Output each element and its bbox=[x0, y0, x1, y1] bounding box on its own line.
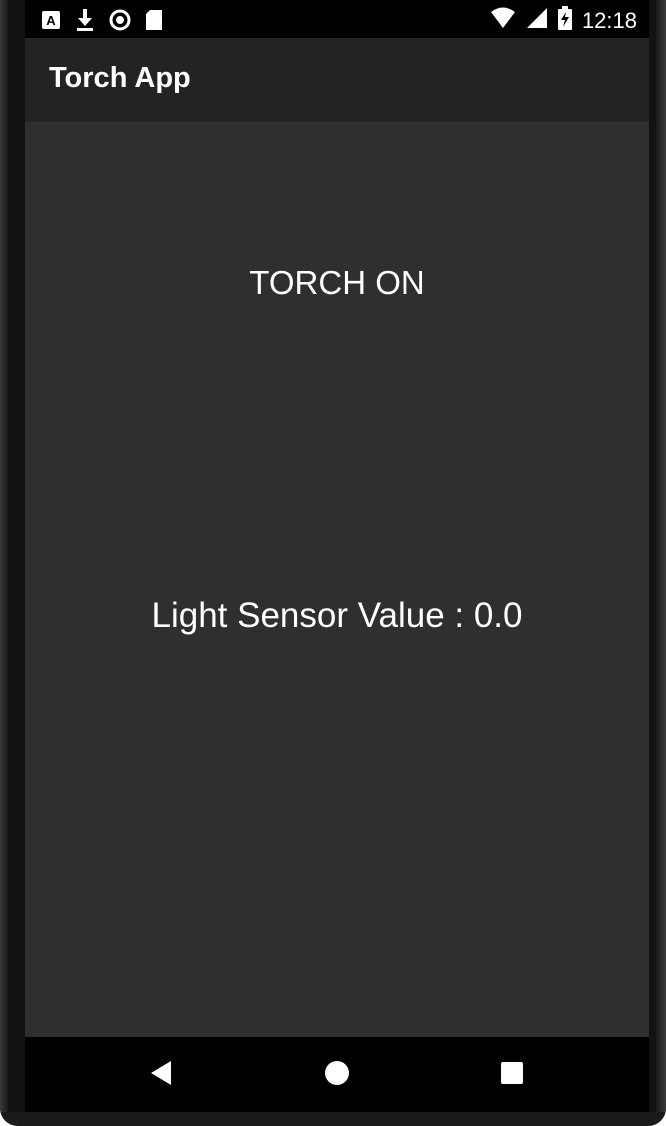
recents-icon bbox=[500, 1061, 524, 1090]
app-bar: Torch App bbox=[25, 38, 649, 122]
navigation-bar bbox=[25, 1037, 649, 1112]
phone-screen: A 12:18 Torch App TORCH ON Light Sensor … bbox=[25, 0, 649, 1112]
home-icon bbox=[324, 1060, 350, 1091]
status-bar-clock: 12:18 bbox=[581, 7, 637, 33]
wifi-icon bbox=[490, 7, 516, 34]
sd-card-icon bbox=[145, 9, 163, 36]
battery-charging-icon bbox=[557, 6, 572, 35]
light-sensor-value-label: Light Sensor Value : 0.0 bbox=[151, 596, 523, 635]
torch-toggle-button[interactable]: TORCH ON bbox=[25, 264, 649, 302]
app-title: Torch App bbox=[49, 62, 191, 94]
status-bar-notifications: A bbox=[41, 8, 163, 37]
device-bezel-right bbox=[656, 0, 666, 1126]
status-bar: A 12:18 bbox=[25, 0, 649, 38]
sync-icon bbox=[109, 9, 131, 36]
phone-device: A 12:18 Torch App TORCH ON Light Sensor … bbox=[0, 0, 666, 1126]
device-bezel-left bbox=[0, 0, 8, 1126]
svg-text:A: A bbox=[46, 13, 56, 28]
main-content: TORCH ON Light Sensor Value : 0.0 bbox=[25, 122, 649, 1037]
app-notification-icon: A bbox=[41, 10, 61, 35]
home-button[interactable] bbox=[323, 1060, 351, 1091]
status-bar-system: 12:18 bbox=[490, 6, 637, 35]
cell-signal-icon bbox=[526, 7, 548, 34]
device-bezel-bottom bbox=[0, 1112, 666, 1126]
download-icon bbox=[75, 8, 95, 37]
recents-button[interactable] bbox=[498, 1061, 526, 1089]
back-icon bbox=[149, 1060, 173, 1091]
back-button[interactable] bbox=[147, 1060, 175, 1091]
